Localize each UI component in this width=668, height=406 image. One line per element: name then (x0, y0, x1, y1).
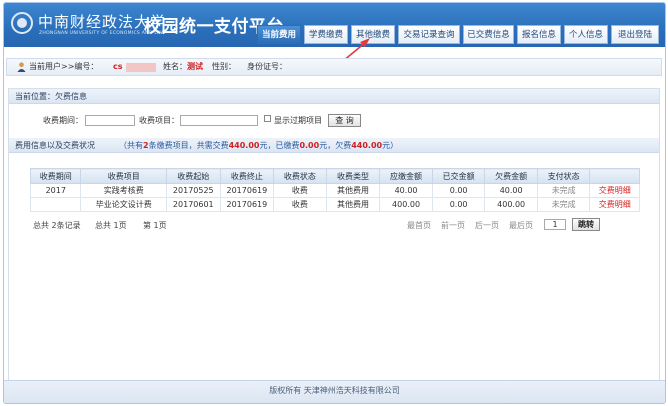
summary-text: （共有2条缴费项目，共需交费440.00元，已缴费0.00元，欠费440.00元… (119, 141, 399, 150)
table-row: 2017 实践考核费 20170525 20170619 收费 其他费用 40.… (29, 183, 640, 198)
item-label: 收费项目： (139, 116, 179, 125)
col-item: 收费项目 (80, 168, 167, 184)
cell-period (29, 197, 82, 212)
cell-start: 20170601 (166, 197, 221, 212)
period-label: 收费期间： (43, 116, 83, 125)
pager-prev[interactable]: 前一页 (441, 220, 465, 231)
cell-end: 20170619 (219, 197, 275, 212)
pager-pages: 总共 1页 (95, 221, 127, 230)
idcard-label: 身份证号： (247, 62, 287, 71)
redacted-id (126, 63, 156, 72)
cell-item: 实践考核费 (80, 183, 167, 198)
summary-owed: 440.00 (351, 141, 383, 150)
cell-pay-status: 未完成 (536, 197, 591, 212)
table-header-row: 收费期间 收费项目 收费起始 收费终止 收费状态 收费类型 应缴金额 已交金额 … (29, 168, 640, 184)
cell-start: 20170525 (166, 183, 221, 198)
col-period: 收费期间 (29, 168, 82, 184)
user-icon (17, 62, 26, 72)
query-button[interactable]: 查 询 (328, 114, 361, 127)
pager-next[interactable]: 后一页 (475, 220, 499, 231)
col-owed: 欠费金额 (484, 168, 538, 184)
cell-period: 2017 (29, 183, 82, 198)
cell-owed: 400.00 (484, 197, 538, 212)
current-user-label: 当前用户>>编号： (29, 62, 99, 71)
col-start: 收费起始 (166, 168, 221, 184)
user-info-bar: 当前用户>>编号： cs 姓名： 测试 性别： 身份证号： (6, 58, 662, 76)
summary-total: 440.00 (228, 141, 260, 150)
fee-table: 收费期间 收费项目 收费起始 收费终止 收费状态 收费类型 应缴金额 已交金额 … (29, 168, 640, 212)
col-due: 应缴金额 (379, 168, 433, 184)
cell-owed: 40.00 (484, 183, 538, 198)
summary-bar: 费用信息以及交费状况 （共有2条缴费项目，共需交费440.00元，已缴费0.00… (9, 138, 659, 153)
cell-due: 400.00 (379, 197, 433, 212)
pager-total: 总共 2条记录 (33, 221, 81, 230)
location-bar: 当前位置：欠费信息 (9, 89, 659, 104)
item-input[interactable] (180, 115, 258, 126)
user-id-value: cs (113, 62, 123, 71)
pager-current: 第 1页 (143, 221, 167, 230)
cell-status: 收费 (273, 197, 327, 212)
cell-paid: 0.00 (431, 183, 486, 198)
col-pay-status: 支付状态 (536, 168, 591, 184)
cell-paid: 0.00 (431, 197, 486, 212)
cell-type: 其他费用 (325, 197, 381, 212)
payment-detail-link[interactable]: 交费明细 (589, 197, 640, 212)
location-text: 当前位置：欠费信息 (15, 92, 87, 101)
footer: 版权所有 天津神州浩天科技有限公司 (4, 380, 665, 403)
gender-label: 性别： (212, 62, 236, 71)
expired-checkbox[interactable] (264, 115, 271, 122)
col-type: 收费类型 (325, 168, 381, 184)
period-input[interactable] (85, 115, 135, 126)
col-paid: 已交金额 (431, 168, 486, 184)
app-frame: 中南财经政法大学 ZHONGNAN UNIVERSITY OF ECONOMIC… (3, 2, 666, 404)
pager-first[interactable]: 最首页 (407, 220, 431, 231)
expired-label: 显示过期项目 (274, 116, 322, 125)
cell-type: 其他费用 (325, 183, 381, 198)
cell-pay-status: 未完成 (536, 183, 591, 198)
cell-due: 40.00 (379, 183, 433, 198)
summary-label: 费用信息以及交费状况 (15, 141, 95, 150)
col-status: 收费状态 (273, 168, 327, 184)
main-panel: 当前位置：欠费信息 收费期间： 收费项目： 显示过期项目 查 询 费用信息以及交… (8, 88, 660, 381)
pager-last[interactable]: 最后页 (509, 220, 533, 231)
go-button[interactable]: 跳转 (572, 218, 600, 231)
cell-end: 20170619 (219, 183, 275, 198)
cell-item: 毕业论文设计费 (80, 197, 167, 212)
table-row: 毕业论文设计费 20170601 20170619 收费 其他费用 400.00… (29, 197, 640, 212)
cell-status: 收费 (273, 183, 327, 198)
name-label: 姓名： (163, 62, 187, 71)
summary-paid: 0.00 (299, 141, 320, 150)
payment-detail-link[interactable]: 交费明细 (589, 183, 640, 198)
col-action (589, 168, 640, 184)
page-number-input[interactable]: 1 (544, 219, 566, 230)
name-value: 测试 (187, 62, 203, 71)
col-end: 收费终止 (219, 168, 275, 184)
